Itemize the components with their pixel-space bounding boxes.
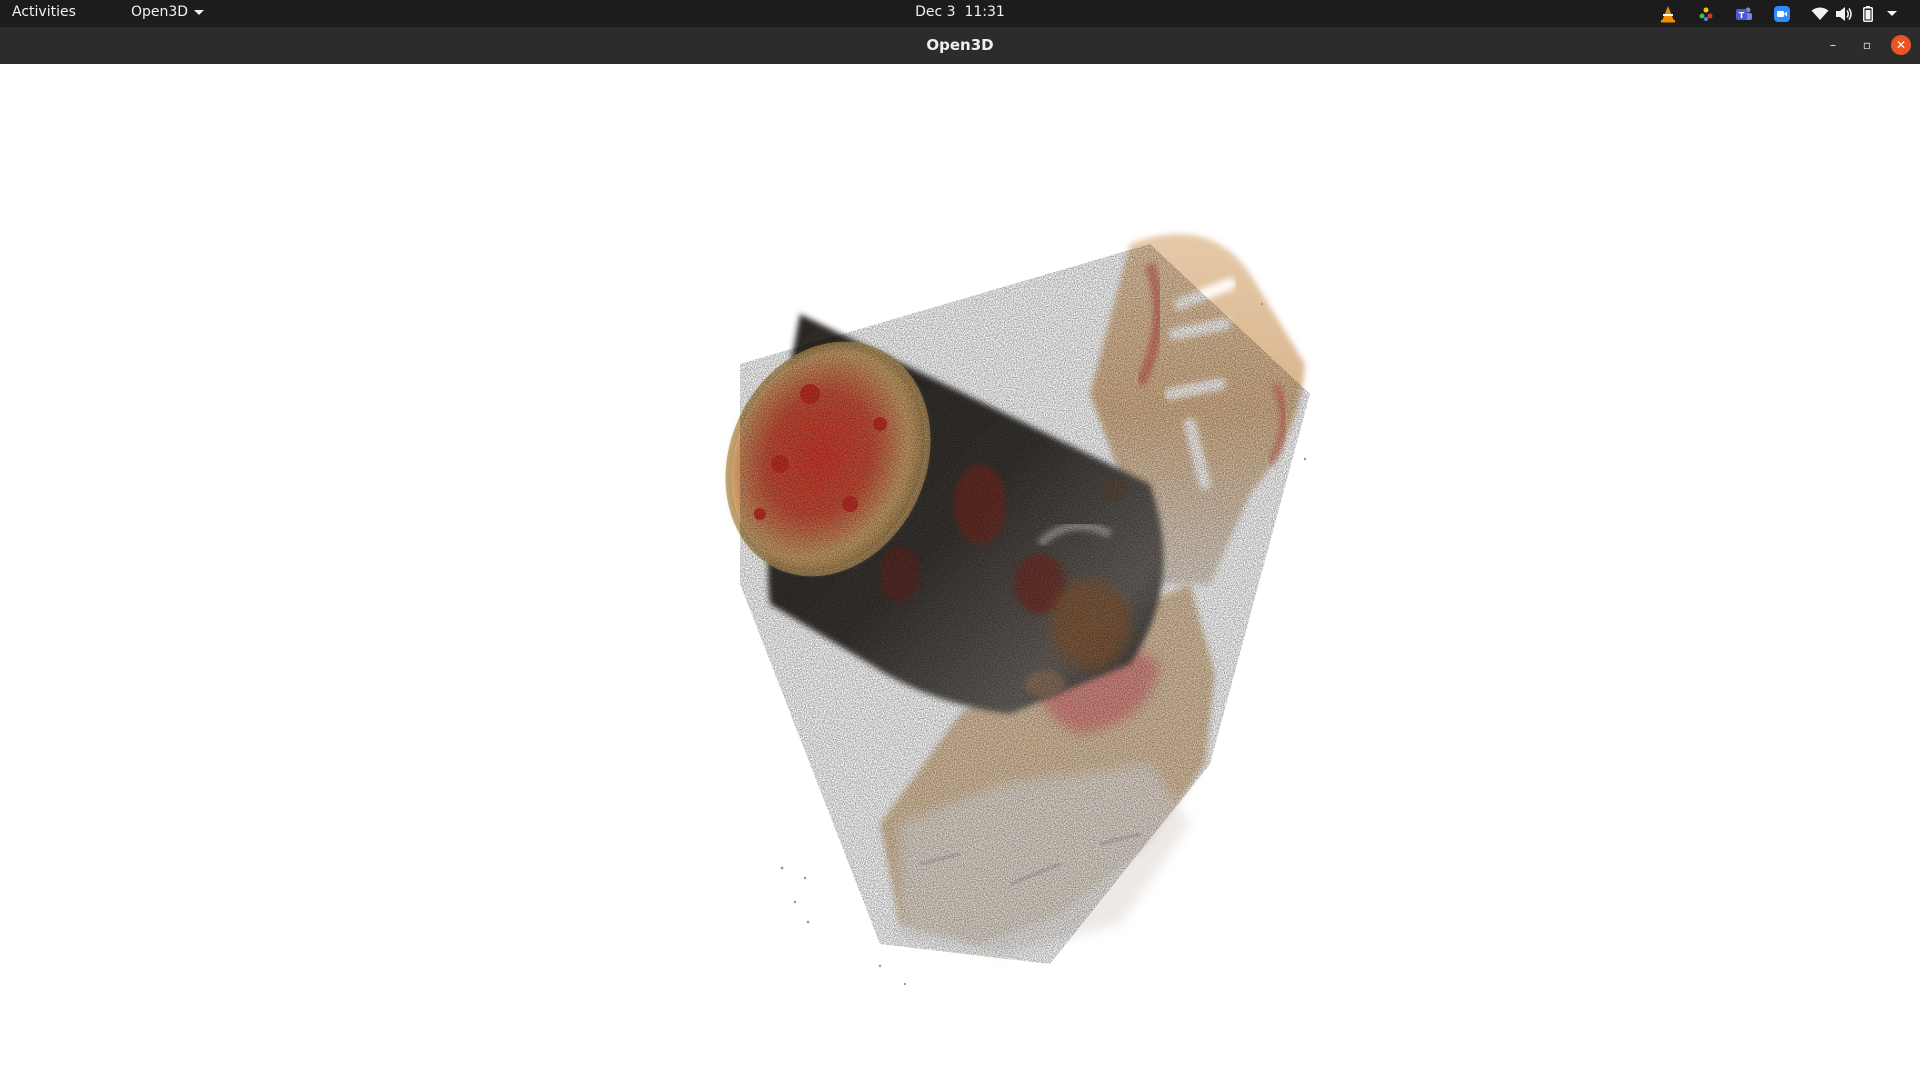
window-title: Open3D: [926, 36, 994, 54]
gnome-top-bar: Activities Open3D Dec 3 11:31 T: [0, 0, 1920, 27]
maximize-button[interactable]: ▫: [1857, 35, 1877, 55]
minimize-button[interactable]: –: [1823, 35, 1843, 55]
wifi-icon[interactable]: [1808, 4, 1832, 24]
teams-icon[interactable]: T: [1732, 4, 1756, 24]
point-cloud-render: [725, 234, 1310, 986]
point-cloud-viewport[interactable]: [0, 64, 1920, 1080]
clock[interactable]: Dec 3 11:31: [0, 4, 1920, 20]
system-tray: T: [1656, 0, 1904, 27]
close-button[interactable]: ✕: [1891, 35, 1911, 55]
system-menu-caret-icon[interactable]: [1880, 4, 1904, 24]
color-picker-icon[interactable]: [1694, 4, 1718, 24]
svg-text:T: T: [1739, 11, 1745, 20]
volume-icon[interactable]: [1832, 4, 1856, 24]
battery-icon[interactable]: [1856, 4, 1880, 24]
zoom-icon[interactable]: [1770, 4, 1794, 24]
point-cloud-noise: [740, 244, 1310, 964]
window-title-bar[interactable]: Open3D – ▫ ✕: [0, 27, 1920, 65]
vlc-icon[interactable]: [1656, 4, 1680, 24]
